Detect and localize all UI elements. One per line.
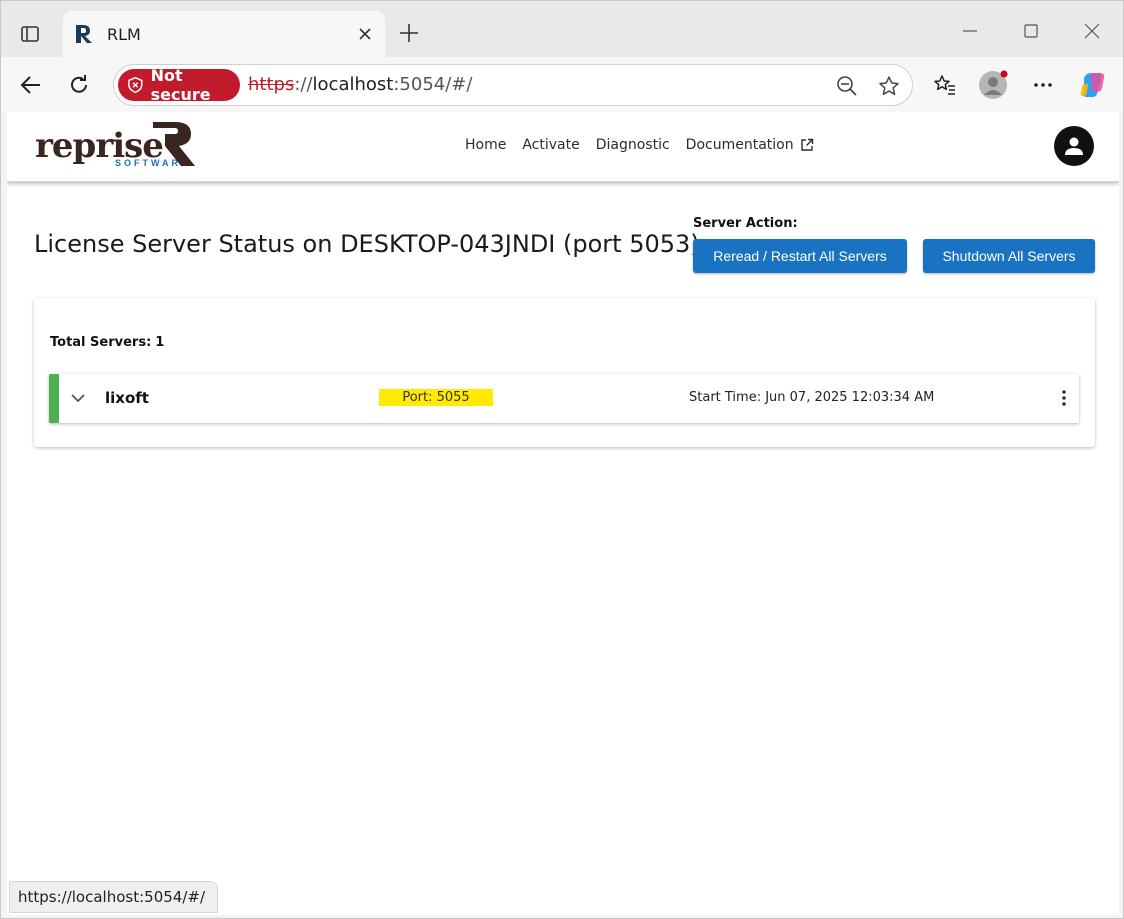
reprise-logo[interactable]: reprise SOFTWARE — [35, 122, 195, 168]
url-host: localhost — [312, 74, 394, 95]
minimize-icon — [963, 30, 977, 32]
not-secure-label: Not secure — [150, 66, 211, 104]
reread-restart-all-button[interactable]: Reread / Restart All Servers — [693, 239, 907, 273]
star-icon — [879, 76, 899, 96]
copilot-icon — [1080, 73, 1105, 97]
zoom-out-icon — [837, 76, 857, 96]
shutdown-all-button[interactable]: Shutdown All Servers — [923, 239, 1095, 273]
server-row-menu-button[interactable] — [1053, 387, 1075, 409]
favorites-button[interactable] — [929, 69, 961, 101]
page-viewport: reprise SOFTWARE Home Activate Diagnosti… — [7, 112, 1119, 915]
favorites-list-icon — [934, 75, 955, 95]
close-icon — [1084, 23, 1100, 39]
plus-icon — [400, 24, 418, 42]
maximize-icon — [1024, 24, 1038, 38]
server-row[interactable]: lixoft Port: 5055 Start Time: Jun 07, 20… — [49, 374, 1079, 423]
url-scheme: https — [248, 74, 295, 95]
server-name: lixoft — [105, 389, 149, 407]
more-horizontal-icon — [1034, 83, 1052, 87]
address-bar[interactable]: Not secure https://localhost:5054/#/ — [113, 64, 913, 106]
more-vertical-icon — [1062, 390, 1066, 406]
url-separator: :// — [294, 74, 313, 95]
external-link-icon — [800, 138, 813, 151]
browser-window: RLM Not secure https://localhost:5054/#/… — [0, 0, 1124, 919]
user-account-button[interactable] — [1054, 126, 1094, 166]
back-button[interactable] — [15, 69, 47, 101]
profile-avatar-icon — [979, 70, 1008, 99]
maximize-button[interactable] — [1016, 17, 1046, 45]
expand-row-button[interactable] — [67, 387, 89, 409]
nav-documentation-label: Documentation — [685, 137, 794, 153]
add-favorite-button[interactable] — [876, 73, 902, 99]
total-servers-label: Total Servers: — [50, 335, 152, 350]
total-servers: Total Servers: 1 — [50, 335, 164, 350]
shield-warning-icon — [128, 76, 143, 94]
nav-documentation[interactable]: Documentation — [686, 137, 814, 153]
reprise-r-logo-icon — [153, 122, 195, 166]
window-close-button[interactable] — [1077, 17, 1107, 45]
refresh-icon — [71, 75, 87, 93]
url-text[interactable]: https://localhost:5054/#/ — [248, 74, 472, 95]
tab-actions-button[interactable] — [13, 17, 47, 51]
nav-activate[interactable]: Activate — [522, 137, 579, 153]
refresh-button[interactable] — [63, 69, 95, 101]
tab-strip: RLM — [1, 1, 1123, 57]
page-title: License Server Status on DESKTOP-043JNDI… — [34, 230, 700, 258]
tab-rlm[interactable]: RLM — [63, 11, 385, 57]
server-start-time: Start Time: Jun 07, 2025 12:03:34 AM — [689, 390, 935, 405]
app-header: reprise SOFTWARE Home Activate Diagnosti… — [7, 112, 1119, 182]
browser-toolbar: Not secure https://localhost:5054/#/ — [1, 57, 1123, 112]
url-path: :5054/#/ — [393, 74, 473, 95]
chevron-down-icon — [71, 394, 85, 403]
main-nav: Home Activate Diagnostic Documentation — [465, 137, 830, 153]
new-tab-button[interactable] — [395, 19, 423, 47]
more-menu-button[interactable] — [1027, 69, 1059, 101]
tab-actions-icon — [21, 26, 39, 42]
nav-diagnostic[interactable]: Diagnostic — [596, 137, 670, 153]
tab-title: RLM — [107, 25, 141, 44]
minimize-button[interactable] — [955, 17, 985, 45]
user-icon — [1065, 137, 1083, 155]
server-port: Port: 5055 — [379, 389, 493, 406]
profile-button[interactable] — [977, 69, 1009, 101]
status-bar-url: https://localhost:5054/#/ — [9, 881, 219, 913]
reprise-favicon-icon — [76, 25, 92, 43]
servers-card: Total Servers: 1 lixoft Port: 5055 Start … — [34, 298, 1095, 447]
copilot-button[interactable] — [1077, 69, 1109, 101]
server-action-label: Server Action: — [693, 216, 798, 231]
zoom-button[interactable] — [834, 73, 860, 99]
nav-home[interactable]: Home — [465, 137, 506, 153]
not-secure-badge[interactable]: Not secure — [118, 66, 240, 104]
close-icon — [359, 28, 371, 40]
total-servers-value: 1 — [155, 335, 165, 350]
back-arrow-icon — [20, 76, 40, 94]
tab-close-button[interactable] — [353, 22, 377, 46]
